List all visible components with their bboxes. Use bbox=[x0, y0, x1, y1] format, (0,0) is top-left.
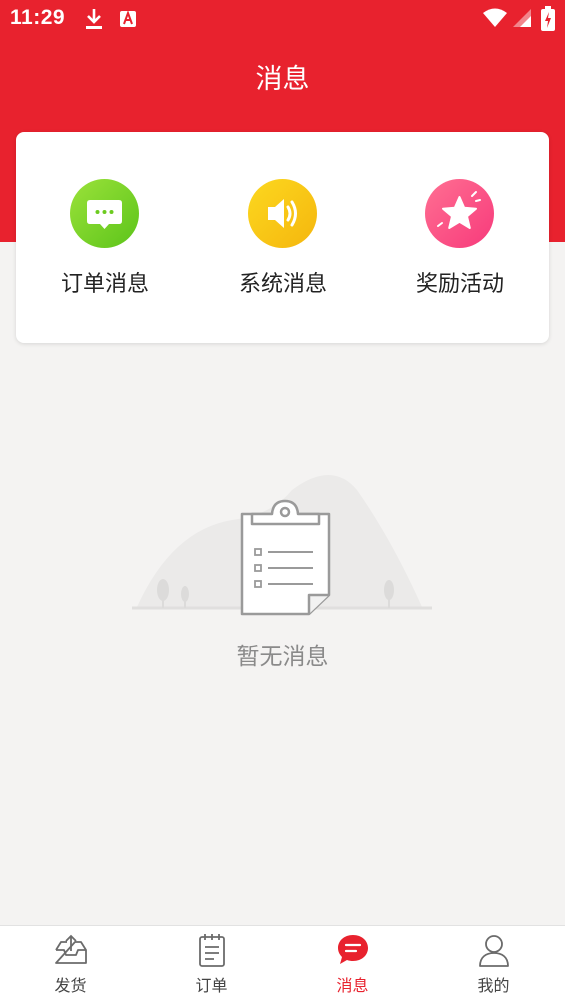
message-category-card: 订单消息 系统消息 奖励活动 bbox=[16, 132, 549, 343]
tab-orders[interactable]: 订单 bbox=[141, 926, 282, 1005]
tab-messages-label: 消息 bbox=[336, 976, 369, 995]
page-title: 消息 bbox=[255, 64, 310, 95]
clipboard-icon bbox=[132, 475, 432, 616]
status-bar: 11:29 bbox=[0, 0, 565, 38]
order-messages-label: 订单消息 bbox=[60, 272, 149, 297]
system-messages-entry[interactable]: 系统消息 bbox=[203, 132, 363, 343]
bottom-tab-bar: 发货 订单 消息 我的 bbox=[0, 925, 565, 1005]
reward-activities-entry[interactable]: 奖励活动 bbox=[380, 132, 540, 343]
system-messages-label: 系统消息 bbox=[238, 272, 327, 297]
tab-messages[interactable]: 消息 bbox=[282, 926, 423, 1005]
tab-orders-label: 订单 bbox=[195, 976, 228, 995]
reward-activities-label: 奖励活动 bbox=[415, 272, 504, 297]
battery-icon bbox=[541, 6, 555, 31]
download-icon bbox=[86, 9, 102, 29]
star-icon bbox=[425, 179, 494, 248]
tray-upload-icon bbox=[55, 934, 87, 964]
tab-mine[interactable]: 我的 bbox=[423, 926, 564, 1005]
signal-icon bbox=[513, 9, 531, 27]
tab-ship[interactable]: 发货 bbox=[0, 926, 141, 1005]
empty-state-text: 暂无消息 bbox=[236, 644, 329, 670]
speaker-icon bbox=[248, 179, 317, 248]
tab-mine-label: 我的 bbox=[477, 976, 510, 995]
app-notification-icon bbox=[120, 10, 136, 27]
order-messages-entry[interactable]: 订单消息 bbox=[25, 132, 185, 343]
status-time: 11:29 bbox=[10, 6, 66, 29]
wifi-icon bbox=[483, 8, 507, 27]
tab-ship-label: 发货 bbox=[54, 976, 87, 995]
notepad-icon bbox=[199, 934, 225, 967]
message-bubble-icon bbox=[338, 935, 368, 964]
chat-bubble-icon bbox=[70, 179, 139, 248]
person-icon bbox=[479, 935, 509, 967]
